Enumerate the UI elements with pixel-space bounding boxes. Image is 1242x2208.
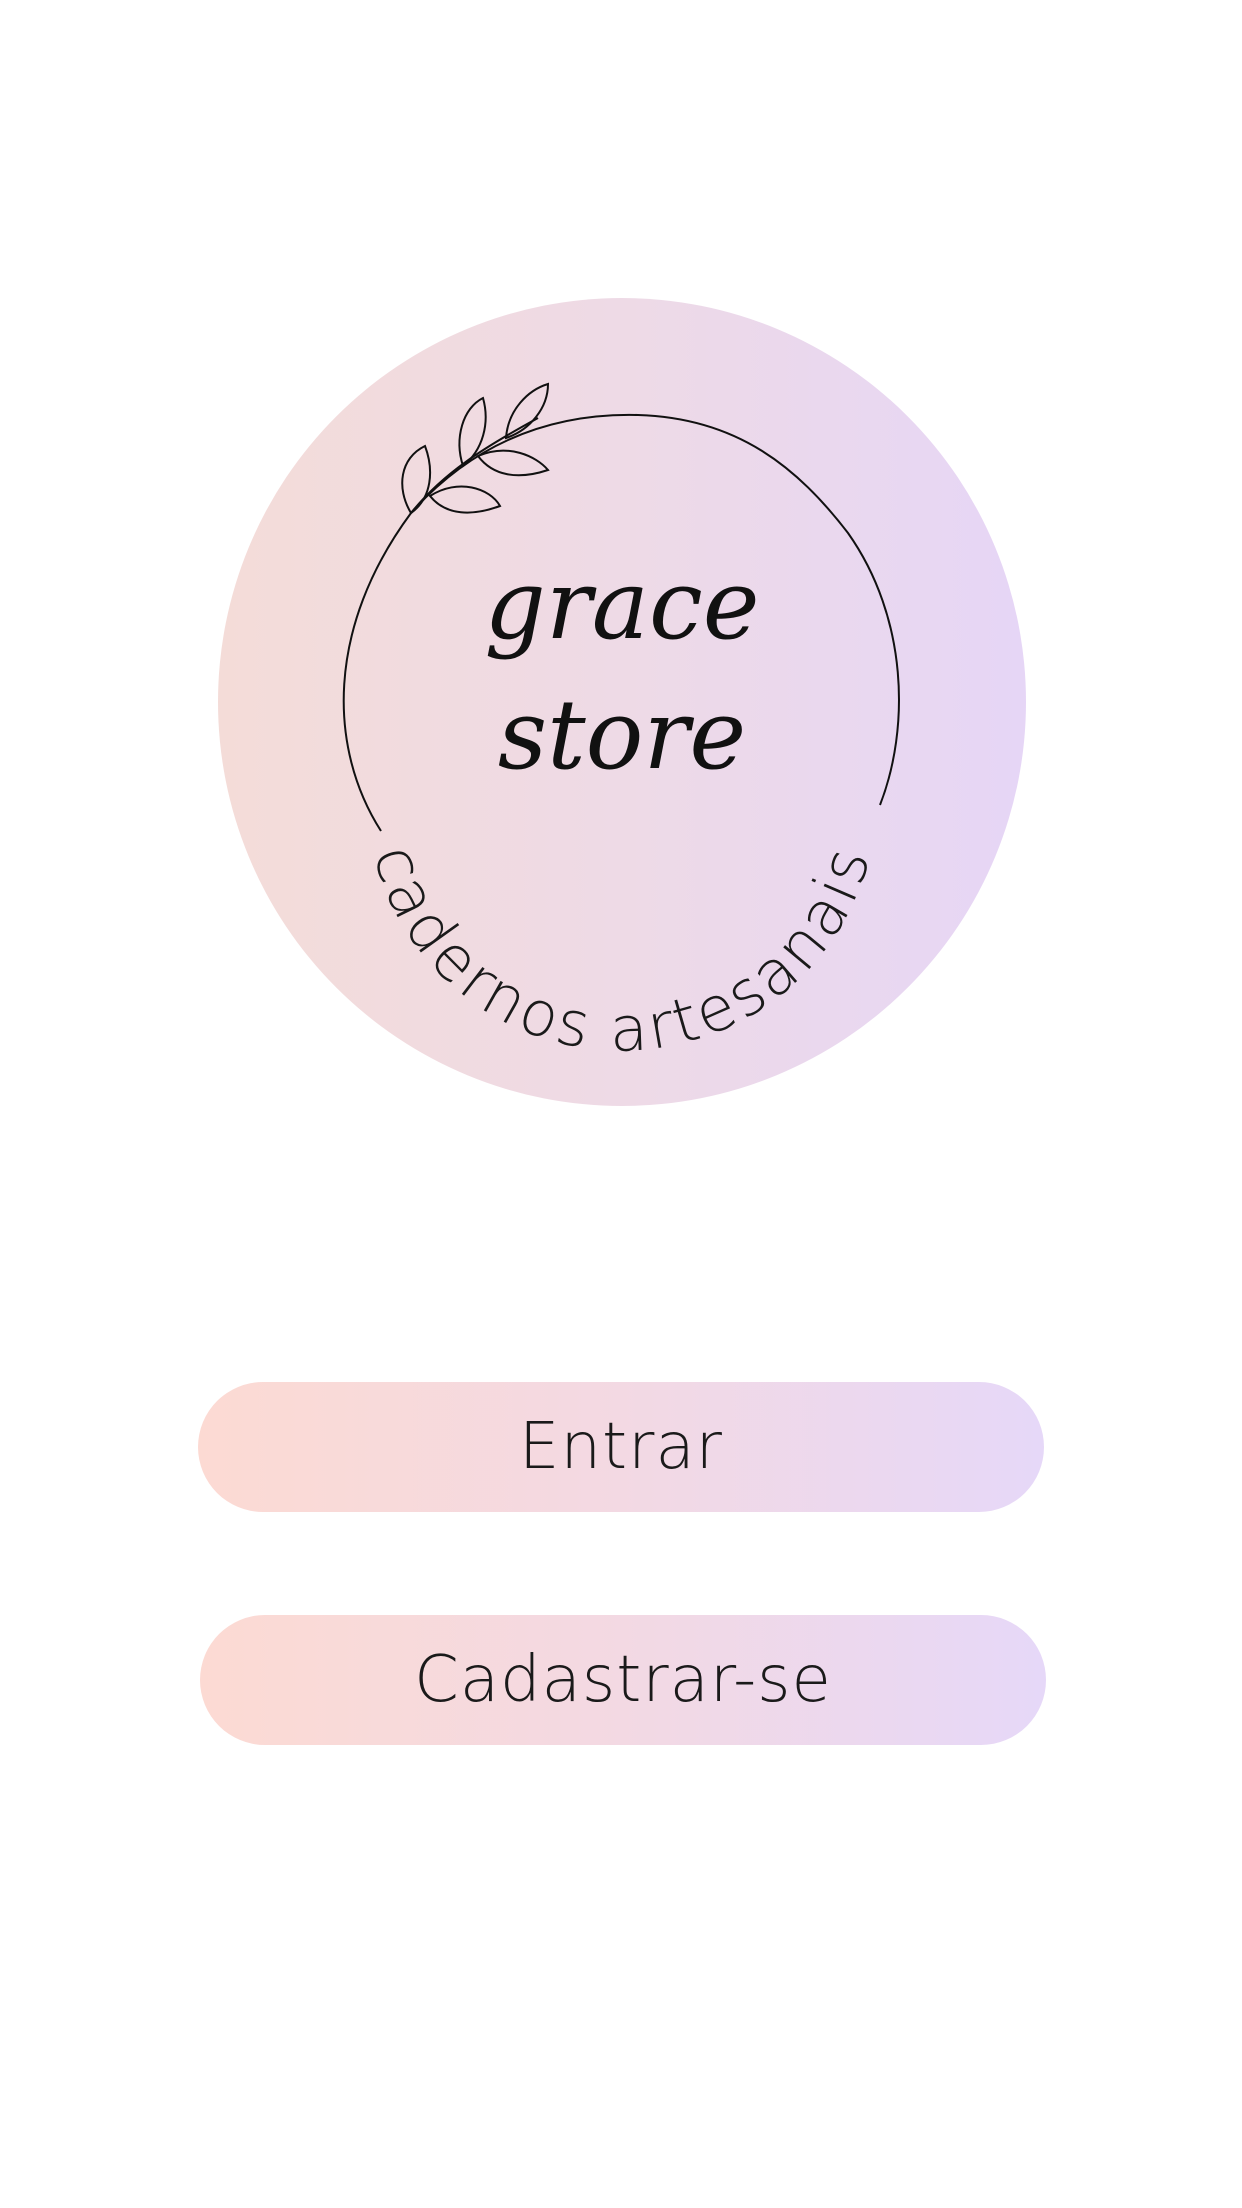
cadastrar-button-label: Cadastrar-se — [414, 1643, 832, 1717]
brand-logo: grace store cadernos artesanais — [218, 298, 1026, 1106]
logo-title-line1: grace — [484, 549, 759, 661]
entrar-button-label: Entrar — [519, 1410, 723, 1484]
entrar-button[interactable]: Entrar — [198, 1382, 1044, 1512]
logo-title-line2: store — [498, 679, 746, 791]
cadastrar-button[interactable]: Cadastrar-se — [200, 1615, 1046, 1745]
brand-logo-graphic: grace store cadernos artesanais — [218, 298, 1026, 1106]
